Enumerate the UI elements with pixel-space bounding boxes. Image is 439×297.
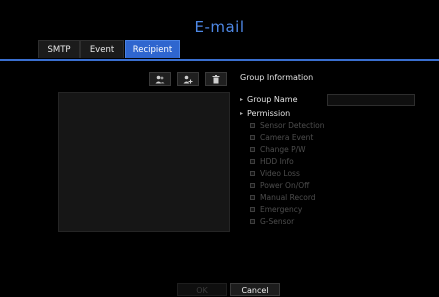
- permission-label: ▸ Permission: [240, 109, 290, 118]
- permission-text: Permission: [247, 109, 291, 118]
- checkbox-icon: [250, 159, 255, 164]
- checkbox-icon: [250, 123, 255, 128]
- window-title: E-mail: [194, 18, 245, 36]
- group-name-input[interactable]: [327, 94, 415, 106]
- add-user-icon: [183, 75, 193, 83]
- group-name-text: Group Name: [247, 95, 298, 104]
- permission-text: Change P/W: [260, 145, 306, 154]
- tab-recipient[interactable]: Recipient: [125, 40, 180, 58]
- tab-smtp[interactable]: SMTP: [38, 40, 80, 58]
- permission-power-on-off[interactable]: Power On/Off: [250, 181, 309, 190]
- permission-text: Camera Event: [260, 133, 314, 142]
- permission-sensor-detection[interactable]: Sensor Detection: [250, 121, 325, 130]
- recipient-group-list[interactable]: [58, 92, 230, 232]
- checkbox-icon: [250, 171, 255, 176]
- checkbox-icon: [250, 147, 255, 152]
- permission-text: Video Loss: [260, 169, 300, 178]
- tab-event[interactable]: Event: [80, 40, 124, 58]
- permission-manual-record[interactable]: Manual Record: [250, 193, 316, 202]
- cancel-button[interactable]: Cancel: [230, 283, 280, 296]
- checkbox-icon: [250, 183, 255, 188]
- trash-icon: [212, 74, 220, 83]
- permission-text: Power On/Off: [260, 181, 310, 190]
- permission-text: Sensor Detection: [260, 121, 325, 130]
- permission-g-sensor[interactable]: G-Sensor: [250, 217, 294, 226]
- checkbox-icon: [250, 219, 255, 224]
- checkbox-icon: [250, 195, 255, 200]
- permission-text: Manual Record: [260, 193, 316, 202]
- checkbox-icon: [250, 135, 255, 140]
- permission-video-loss[interactable]: Video Loss: [250, 169, 300, 178]
- permission-emergency[interactable]: Emergency: [250, 205, 302, 214]
- add-user-button[interactable]: [177, 72, 199, 86]
- ok-button[interactable]: OK: [177, 283, 227, 296]
- bullet-icon: ▸: [240, 110, 244, 117]
- permission-text: Emergency: [260, 205, 303, 214]
- bullet-icon: ▸: [240, 96, 244, 103]
- permission-hdd-info[interactable]: HDD Info: [250, 157, 294, 166]
- permission-text: G-Sensor: [260, 217, 295, 226]
- group-information-header: Group Information: [240, 73, 314, 82]
- delete-button[interactable]: [205, 72, 227, 86]
- permission-text: HDD Info: [260, 157, 294, 166]
- checkbox-icon: [250, 207, 255, 212]
- permission-change-pw[interactable]: Change P/W: [250, 145, 306, 154]
- group-button[interactable]: [149, 72, 171, 86]
- group-name-label: ▸ Group Name: [240, 95, 298, 104]
- permission-camera-event[interactable]: Camera Event: [250, 133, 313, 142]
- group-users-icon: [155, 75, 165, 83]
